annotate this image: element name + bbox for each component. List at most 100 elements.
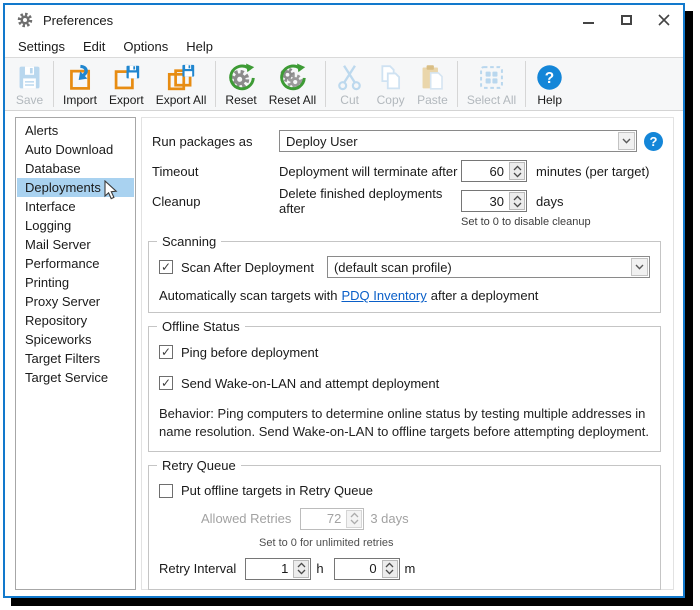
allowed-retries-value: 72 bbox=[301, 511, 346, 526]
menu-options[interactable]: Options bbox=[114, 37, 177, 56]
title-bar: Preferences bbox=[5, 5, 683, 35]
wol-checkbox[interactable]: ✓ bbox=[159, 376, 173, 390]
chevron-down-icon[interactable] bbox=[631, 258, 648, 276]
export-button[interactable]: Export bbox=[103, 61, 150, 108]
minutes-unit-label: m bbox=[405, 561, 416, 576]
sidebar-item-auto-download[interactable]: Auto Download bbox=[17, 140, 134, 159]
offline-status-group-title: Offline Status bbox=[157, 319, 245, 334]
checkmark-icon: ✓ bbox=[161, 261, 171, 273]
toolbar-separator bbox=[215, 61, 216, 107]
run-packages-value: Deploy User bbox=[286, 134, 358, 149]
sidebar-item-target-filters[interactable]: Target Filters bbox=[17, 349, 134, 368]
offline-status-group: Offline Status ✓ Ping before deployment … bbox=[148, 326, 661, 452]
sidebar-item-interface[interactable]: Interface bbox=[17, 197, 134, 216]
timeout-value[interactable]: 60 bbox=[462, 164, 509, 179]
pdq-inventory-link[interactable]: PDQ Inventory bbox=[341, 288, 426, 303]
help-button[interactable]: ? Help bbox=[529, 61, 570, 108]
sidebar-item-performance[interactable]: Performance bbox=[17, 254, 134, 273]
export-all-button[interactable]: Export All bbox=[150, 61, 213, 108]
timeout-row: Timeout Deployment will terminate after … bbox=[152, 156, 663, 186]
reset-button[interactable]: Reset bbox=[219, 61, 262, 108]
allowed-retries-row: Allowed Retries 72 3 days bbox=[201, 508, 650, 530]
scan-profile-value: (default scan profile) bbox=[334, 260, 452, 275]
retry-queue-row: Put offline targets in Retry Queue bbox=[159, 479, 650, 503]
minimize-icon bbox=[583, 22, 594, 24]
timeout-spinner[interactable]: 60 bbox=[461, 160, 527, 182]
sidebar-item-target-service[interactable]: Target Service bbox=[17, 368, 134, 387]
toolbar: Save Import Export bbox=[5, 57, 683, 111]
retry-minutes-spin-buttons[interactable] bbox=[382, 560, 398, 578]
menu-help[interactable]: Help bbox=[177, 37, 222, 56]
scanning-note-after: after a deployment bbox=[431, 288, 539, 303]
cleanup-value[interactable]: 30 bbox=[462, 194, 509, 209]
wol-label: Send Wake-on-LAN and attempt deployment bbox=[181, 376, 439, 391]
sidebar-item-proxy-server[interactable]: Proxy Server bbox=[17, 292, 134, 311]
sidebar-item-logging[interactable]: Logging bbox=[17, 216, 134, 235]
save-button: Save bbox=[9, 61, 50, 108]
menu-settings[interactable]: Settings bbox=[9, 37, 74, 56]
cleanup-spin-buttons[interactable] bbox=[509, 192, 525, 210]
scan-after-deployment-row: ✓ Scan After Deployment (default scan pr… bbox=[159, 255, 650, 279]
menu-edit[interactable]: Edit bbox=[74, 37, 114, 56]
retry-hours-value[interactable]: 1 bbox=[246, 561, 293, 576]
svg-text:?: ? bbox=[545, 69, 554, 86]
sidebar-item-database[interactable]: Database bbox=[17, 159, 134, 178]
cut-icon bbox=[335, 63, 364, 92]
import-button[interactable]: Import bbox=[57, 61, 103, 108]
reset-all-button[interactable]: Reset All bbox=[263, 61, 322, 108]
sidebar-item-spiceworks[interactable]: Spiceworks bbox=[17, 330, 134, 349]
toolbar-separator bbox=[53, 61, 54, 107]
allowed-retries-spinner: 72 bbox=[300, 508, 364, 530]
retry-hours-spin-buttons[interactable] bbox=[293, 560, 309, 578]
ping-label: Ping before deployment bbox=[181, 345, 318, 360]
retry-queue-label: Put offline targets in Retry Queue bbox=[181, 483, 373, 498]
cleanup-label: Cleanup bbox=[152, 194, 279, 209]
retry-hours-spinner[interactable]: 1 bbox=[245, 558, 311, 580]
deployments-settings-panel: Run packages as Deploy User ? Timeout De… bbox=[141, 117, 674, 590]
export-all-icon bbox=[167, 63, 196, 92]
checkmark-icon: ✓ bbox=[161, 377, 171, 389]
cut-button: Cut bbox=[329, 61, 370, 108]
retry-queue-checkbox[interactable] bbox=[159, 484, 173, 498]
run-packages-row: Run packages as Deploy User ? bbox=[152, 126, 663, 156]
maximize-button[interactable] bbox=[607, 5, 645, 35]
offline-behavior-text: Behavior: Ping computers to determine on… bbox=[159, 405, 650, 442]
copy-button: Copy bbox=[370, 61, 411, 108]
allowed-retries-label: Allowed Retries bbox=[201, 511, 291, 526]
retry-minutes-spinner[interactable]: 0 bbox=[334, 558, 400, 580]
sidebar-item-repository[interactable]: Repository bbox=[17, 311, 134, 330]
scan-after-deployment-label: Scan After Deployment bbox=[181, 260, 314, 275]
cleanup-spinner[interactable]: 30 bbox=[461, 190, 527, 212]
preferences-category-list: Alerts Auto Download Database Deployment… bbox=[15, 117, 136, 590]
retry-queue-group-title: Retry Queue bbox=[157, 458, 241, 473]
save-icon bbox=[15, 63, 44, 92]
ping-checkbox[interactable]: ✓ bbox=[159, 345, 173, 359]
close-button[interactable] bbox=[645, 5, 683, 35]
scan-after-deployment-checkbox[interactable]: ✓ bbox=[159, 260, 173, 274]
sidebar-item-mail-server[interactable]: Mail Server bbox=[17, 235, 134, 254]
scanning-note-before: Automatically scan targets with bbox=[159, 288, 337, 303]
sidebar-item-printing[interactable]: Printing bbox=[17, 273, 134, 292]
paste-button: Paste bbox=[411, 61, 454, 108]
ping-row: ✓ Ping before deployment bbox=[159, 340, 650, 364]
sidebar-item-alerts[interactable]: Alerts bbox=[17, 121, 134, 140]
run-packages-dropdown[interactable]: Deploy User bbox=[279, 130, 637, 152]
scanning-group: Scanning ✓ Scan After Deployment (defaul… bbox=[148, 241, 661, 313]
scan-profile-dropdown[interactable]: (default scan profile) bbox=[327, 256, 650, 278]
toolbar-separator bbox=[325, 61, 326, 107]
hours-unit-label: h bbox=[316, 561, 323, 576]
retry-minutes-value[interactable]: 0 bbox=[335, 561, 382, 576]
allowed-retries-suffix: 3 days bbox=[370, 511, 408, 526]
retry-interval-row: Retry Interval 1 h 0 bbox=[159, 558, 650, 580]
reset-all-icon bbox=[278, 63, 307, 92]
timeout-units: minutes (per target) bbox=[536, 164, 649, 179]
preferences-window: Preferences Settings Edit Options Help bbox=[3, 3, 685, 598]
sidebar-item-deployments[interactable]: Deployments bbox=[17, 178, 134, 197]
retry-queue-group: Retry Queue Put offline targets in Retry… bbox=[148, 465, 661, 590]
minimize-button[interactable] bbox=[569, 5, 607, 35]
paste-icon bbox=[418, 63, 447, 92]
cleanup-row: Cleanup Delete finished deployments afte… bbox=[152, 186, 663, 216]
chevron-down-icon[interactable] bbox=[618, 132, 635, 150]
timeout-spin-buttons[interactable] bbox=[509, 162, 525, 180]
run-packages-help-icon[interactable]: ? bbox=[644, 132, 663, 151]
